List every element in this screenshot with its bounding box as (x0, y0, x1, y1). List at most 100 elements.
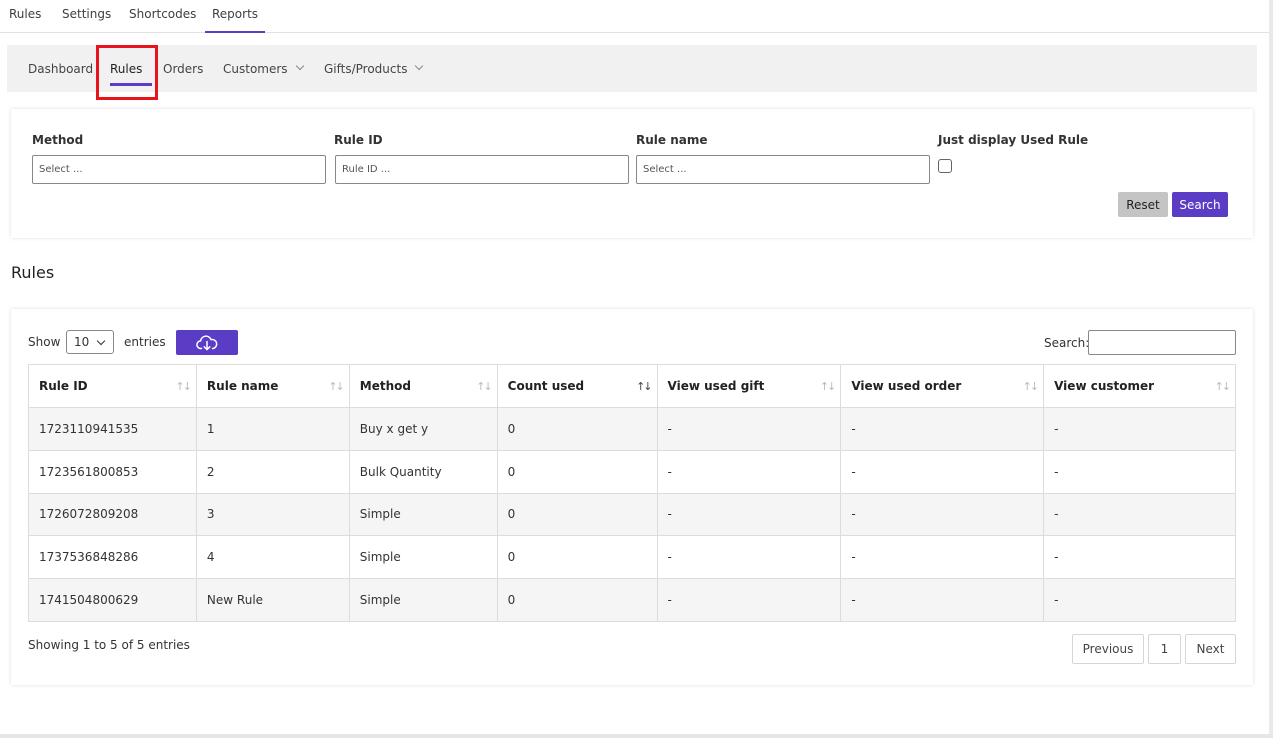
cell-rule-id: 1737536848286 (28, 535, 197, 580)
cell-count-used: 0 (496, 578, 658, 622)
cell-view-customer: - (1043, 407, 1236, 451)
cell-view-used-gift: - (656, 578, 842, 622)
rule-id-input[interactable] (335, 155, 629, 184)
cloud-download-icon (196, 335, 218, 351)
cell-view-customer: - (1043, 578, 1236, 622)
section-title: Rules (11, 263, 55, 282)
subnav-customers-label: Customers (223, 62, 288, 76)
cell-view-used-gift: - (656, 449, 842, 494)
cell-method: Simple (348, 578, 498, 622)
col-header-rule-name[interactable]: Rule name ↑↓ (195, 364, 350, 408)
cell-view-used-gift: - (656, 492, 842, 537)
sort-icon: ↑↓ (476, 380, 493, 393)
top-tab-rules[interactable]: Rules (9, 7, 41, 33)
top-tab-bar: Rules Settings Shortcodes Reports (0, 0, 1273, 33)
cell-method: Simple (348, 535, 498, 580)
sort-icon: ↑↓ (1214, 380, 1232, 393)
cell-view-used-gift: - (656, 535, 842, 580)
cell-method: Bulk Quantity (348, 449, 498, 494)
table-header-row: Rule ID ↑↓ Rule name ↑↓ Method ↑↓ Count use… (28, 364, 1236, 408)
table-row: 1737536848286 4 Simple 0 - - - (28, 535, 1236, 580)
col-header-view-used-gift[interactable]: View used gift ↑↓ (656, 364, 842, 408)
cell-count-used: 0 (496, 535, 658, 580)
subnav-dashboard[interactable]: Dashboard (28, 62, 93, 76)
table-row: 1726072809208 3 Simple 0 - - - (28, 492, 1236, 537)
cell-rule-name: 4 (195, 535, 350, 580)
cell-method: Buy x get y (348, 407, 498, 451)
bottom-edge (0, 734, 1273, 738)
filter-panel: Method Rule ID Rule name Just display Us… (11, 109, 1253, 238)
rules-table-panel: Show 10 entries Search: Rule ID ↑↓ Rule n… (11, 309, 1253, 685)
entries-label: entries (124, 335, 166, 349)
cell-rule-id: 1723561800853 (28, 449, 197, 494)
cell-rule-name: 3 (195, 492, 350, 537)
col-label: View customer (1054, 379, 1155, 393)
previous-button[interactable]: Previous (1072, 634, 1144, 664)
method-select[interactable] (32, 155, 326, 184)
show-label: Show (28, 335, 61, 349)
chevron-down-icon (96, 336, 106, 346)
rule-name-select[interactable] (636, 155, 930, 184)
subnav-orders[interactable]: Orders (163, 62, 203, 76)
cell-rule-name: 2 (195, 449, 350, 494)
page-size-select[interactable]: 10 (66, 330, 114, 354)
table-search-input[interactable] (1088, 330, 1236, 355)
sort-icon: ↑↓ (175, 380, 192, 393)
subnav-gifts-label: Gifts/Products (324, 62, 408, 76)
method-label: Method (32, 133, 84, 147)
col-label: Count used (507, 379, 585, 393)
col-label: View used order (851, 379, 962, 393)
col-label: View used gift (667, 379, 765, 393)
cell-count-used: 0 (496, 449, 658, 494)
col-label: Rule name (206, 379, 279, 393)
cell-view-used-order: - (840, 492, 1045, 537)
next-button[interactable]: Next (1185, 634, 1236, 664)
sort-icon: ↑↓ (328, 380, 345, 393)
cell-view-used-gift: - (656, 407, 842, 451)
col-header-method[interactable]: Method ↑↓ (348, 364, 498, 408)
table-row: 1741504800629 New Rule Simple 0 - - - (28, 578, 1236, 622)
used-rule-label: Just display Used Rule (938, 133, 1089, 147)
cell-rule-name: New Rule (195, 578, 350, 622)
top-tab-settings[interactable]: Settings (62, 7, 111, 33)
subnav-customers[interactable]: Customers (223, 61, 304, 76)
subnav-gifts-products[interactable]: Gifts/Products (324, 61, 424, 76)
reports-subnav: Dashboard Rules Orders Customers Gifts/P… (7, 45, 1257, 92)
page-1-button[interactable]: 1 (1148, 634, 1181, 664)
reset-button[interactable]: Reset (1118, 192, 1168, 217)
cell-count-used: 0 (496, 407, 658, 451)
cell-view-used-order: - (840, 449, 1045, 494)
col-header-count-used[interactable]: Count used ↑↓ (496, 364, 658, 408)
chevron-down-icon (415, 61, 424, 71)
rules-table: Rule ID ↑↓ Rule name ↑↓ Method ↑↓ Count use… (28, 364, 1236, 622)
scrollbar-track[interactable] (1269, 0, 1273, 738)
col-label: Rule ID (39, 379, 88, 393)
rule-name-label: Rule name (636, 133, 708, 147)
table-search-label: Search: (1044, 336, 1090, 350)
cell-rule-id: 1741504800629 (28, 578, 197, 622)
cell-method: Simple (348, 492, 498, 537)
cell-view-used-order: - (840, 535, 1045, 580)
page-size-value: 10 (74, 335, 90, 349)
col-header-view-customer[interactable]: View customer ↑↓ (1043, 364, 1236, 408)
search-button[interactable]: Search (1172, 192, 1228, 217)
cell-rule-id: 1726072809208 (28, 492, 197, 537)
rule-id-label: Rule ID (334, 133, 383, 147)
table-row: 1723110941535 1 Buy x get y 0 - - - (28, 407, 1236, 451)
export-button[interactable] (176, 330, 238, 355)
highlight-box (96, 45, 158, 100)
chevron-down-icon (295, 61, 304, 71)
cell-count-used: 0 (496, 492, 658, 537)
sort-asc-icon: ↑↓ (636, 380, 653, 393)
cell-view-customer: - (1043, 492, 1236, 537)
col-header-rule-id[interactable]: Rule ID ↑↓ (28, 364, 197, 408)
cell-rule-id: 1723110941535 (28, 407, 197, 451)
table-row: 1723561800853 2 Bulk Quantity 0 - - - (28, 449, 1236, 494)
table-info: Showing 1 to 5 of 5 entries (28, 638, 190, 652)
sort-icon: ↑↓ (1022, 380, 1040, 393)
top-tab-shortcodes[interactable]: Shortcodes (129, 7, 196, 33)
top-tab-reports[interactable]: Reports (205, 7, 266, 33)
used-rule-checkbox[interactable] (938, 159, 952, 173)
cell-view-customer: - (1043, 449, 1236, 494)
col-header-view-used-order[interactable]: View used order ↑↓ (840, 364, 1045, 408)
